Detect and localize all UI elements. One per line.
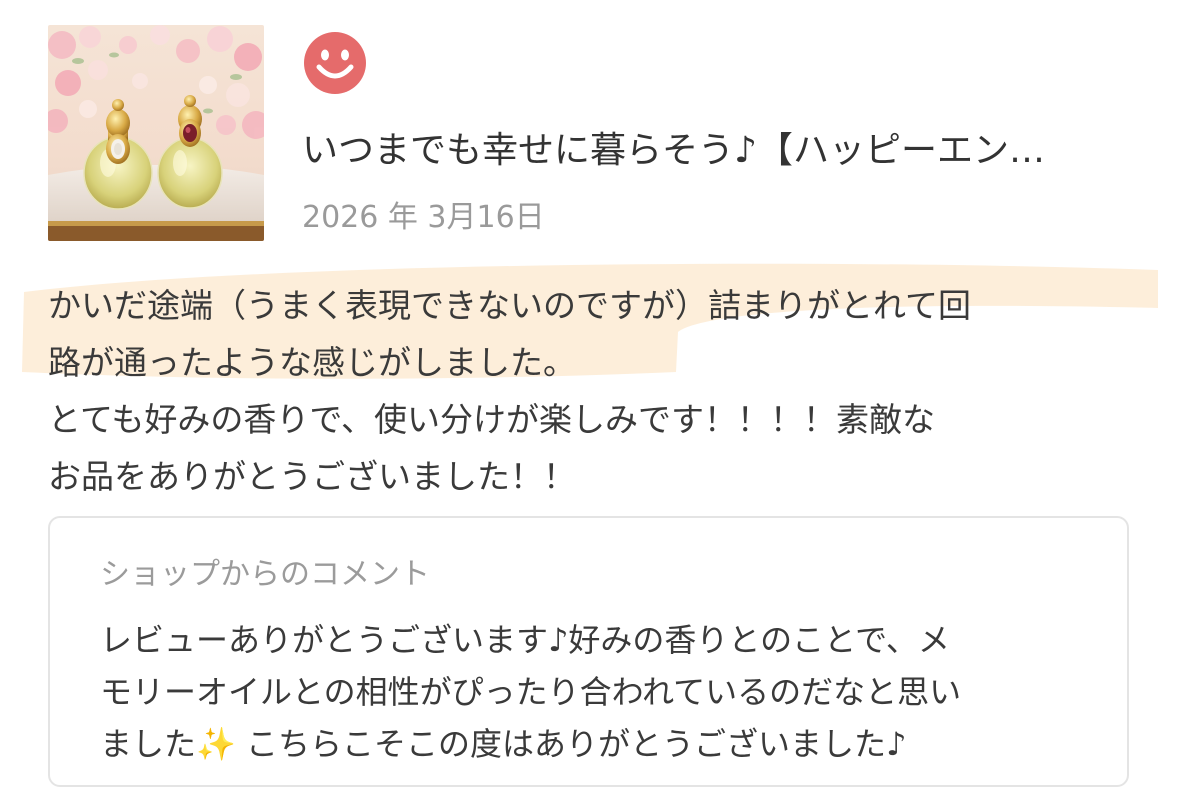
shop-comment-box: ショップからのコメント レビューありがとうございます♪好みの香りとのことで、メ … — [48, 516, 1129, 787]
smile-face-icon — [304, 32, 366, 94]
shop-comment-line: ました✨ こちらこそこの度はありがとうございました♪ — [100, 725, 907, 763]
shop-comment-text: レビューありがとうございます♪好みの香りとのことで、メ モリーオイルとの相性がぴ… — [100, 614, 1100, 770]
review-line: とても好みの香りで、使い分けが楽しみです！！！！素敵な — [48, 400, 936, 439]
shop-comment-title: ショップからのコメント — [100, 557, 430, 592]
review-text: かいだ途端（うまく表現できないのですが）詰まりがとれて回 路が通ったような感じが… — [48, 277, 1158, 505]
shop-comment-line: レビューありがとうございます♪好みの香りとのことで、メ — [100, 621, 950, 659]
review-date: 2026 年 3月16日 — [302, 200, 545, 235]
product-title-link[interactable]: いつまでも幸せに暮らそう♪【ハッピーエン… — [302, 126, 1122, 176]
perfume-bottles-image — [48, 25, 264, 241]
review-line: お品をありがとうございました！！ — [48, 457, 576, 496]
product-thumbnail[interactable] — [48, 25, 264, 241]
review-line: かいだ途端（うまく表現できないのですが）詰まりがとれて回 — [48, 286, 972, 325]
shop-comment-line: モリーオイルとの相性がぴったり合われているのだなと思い — [100, 673, 962, 711]
review-line: 路が通ったような感じがしました。 — [48, 343, 576, 382]
